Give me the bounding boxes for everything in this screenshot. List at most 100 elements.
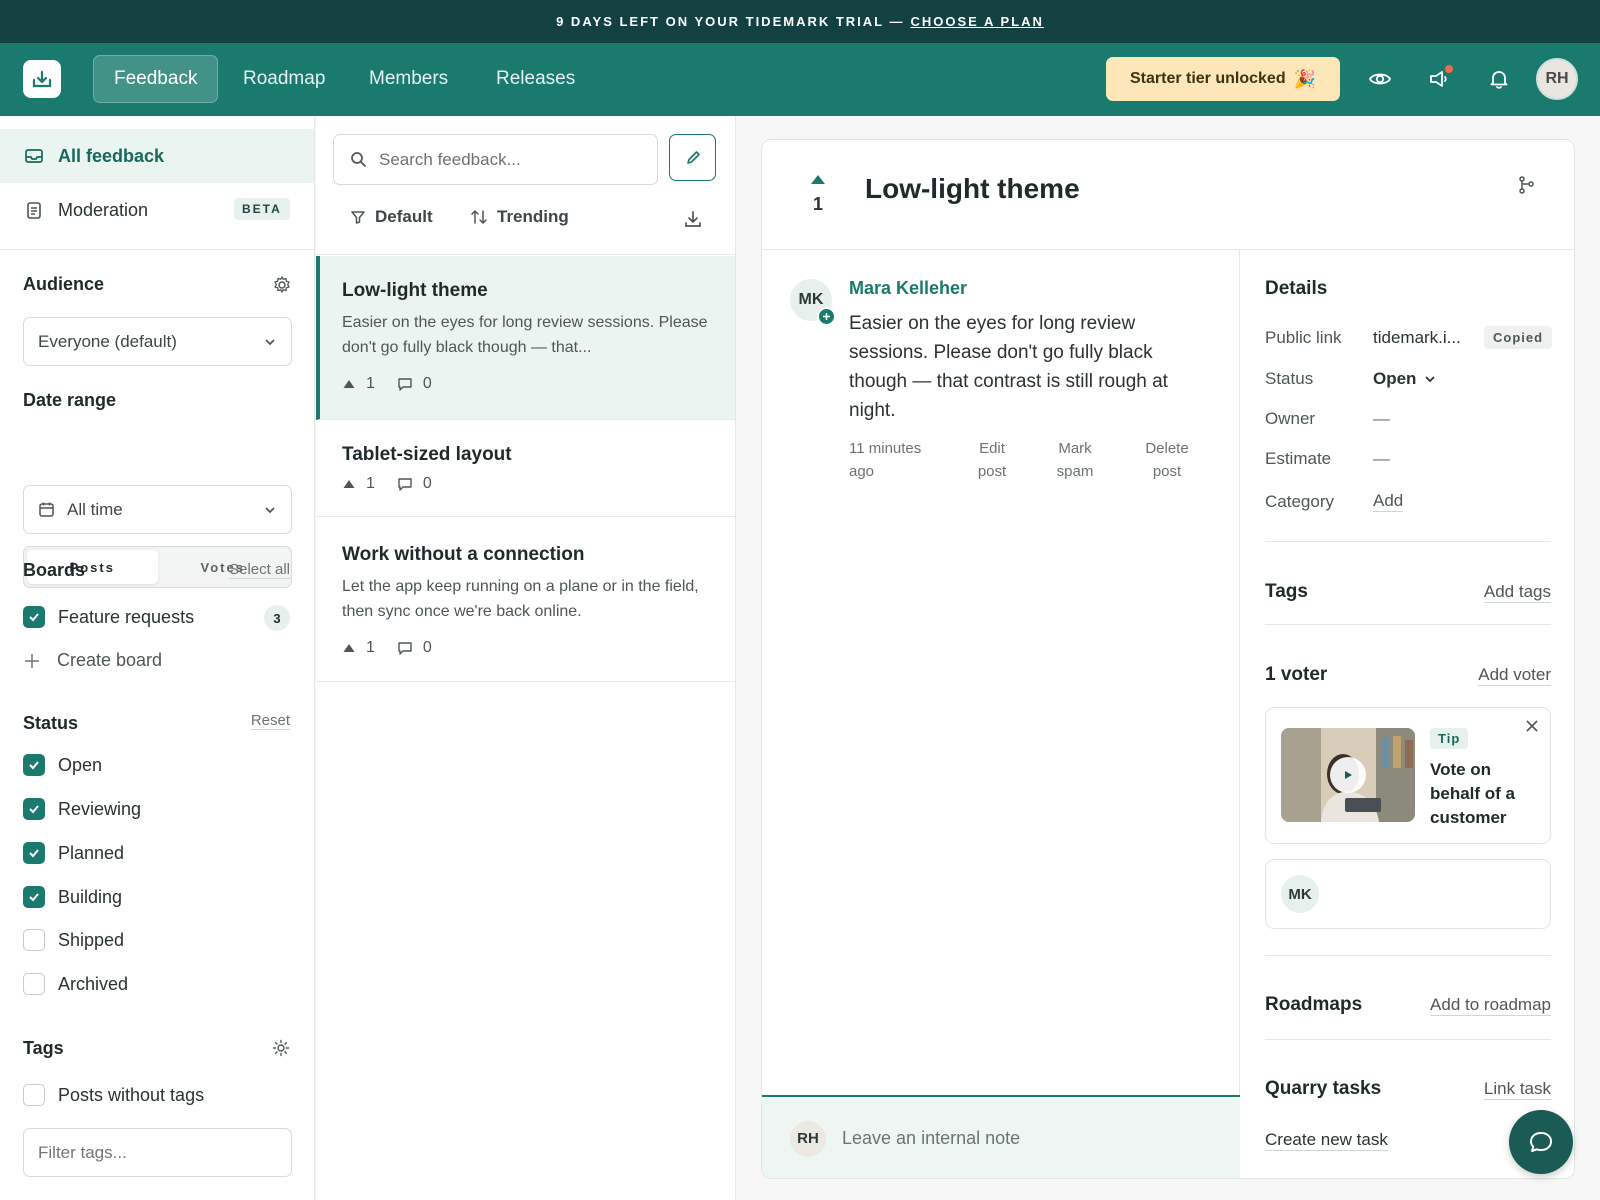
checkbox[interactable] bbox=[23, 842, 45, 864]
posts-without-tags[interactable]: Posts without tags bbox=[23, 1084, 204, 1106]
delete-post-link[interactable]: Delete post bbox=[1137, 437, 1197, 483]
author-name-link[interactable]: Mara Kelleher bbox=[849, 278, 967, 299]
tab-members[interactable]: Members bbox=[349, 55, 468, 103]
estimate-value[interactable]: — bbox=[1373, 449, 1390, 469]
divider bbox=[1265, 955, 1551, 956]
filter-tags-input[interactable] bbox=[23, 1128, 292, 1177]
bell-icon[interactable] bbox=[1485, 65, 1513, 93]
quarry-tasks-heading: Quarry tasks bbox=[1265, 1078, 1382, 1099]
comment-count: 0 bbox=[422, 375, 432, 392]
status-building[interactable]: Building bbox=[23, 886, 122, 908]
comment-bubble-icon bbox=[398, 642, 412, 655]
filter-default-button[interactable]: Default bbox=[350, 207, 433, 227]
choose-plan-link[interactable]: CHOOSE A PLAN bbox=[911, 14, 1044, 29]
tab-roadmap[interactable]: Roadmap bbox=[223, 55, 345, 103]
tab-releases[interactable]: Releases bbox=[476, 55, 595, 103]
top-nav: Feedback Roadmap Members Releases Starte… bbox=[0, 43, 1600, 116]
upvote-triangle-icon bbox=[343, 644, 355, 652]
checkbox[interactable] bbox=[23, 886, 45, 908]
tip-video-thumbnail[interactable] bbox=[1281, 728, 1415, 822]
create-board-button[interactable]: Create board bbox=[23, 650, 162, 671]
search-input[interactable] bbox=[379, 149, 639, 170]
search-icon bbox=[351, 152, 366, 167]
merge-branch-icon[interactable] bbox=[1516, 175, 1536, 195]
funnel-icon bbox=[351, 211, 365, 224]
divider bbox=[0, 249, 314, 250]
chat-launcher-button[interactable] bbox=[1509, 1110, 1573, 1174]
tip-card: Tip Vote on behalf of a customer bbox=[1265, 707, 1551, 844]
edit-post-link[interactable]: Edit post bbox=[967, 437, 1017, 483]
status-planned[interactable]: Planned bbox=[23, 842, 124, 864]
tab-feedback[interactable]: Feedback bbox=[93, 55, 219, 103]
inbox-icon bbox=[25, 149, 43, 163]
checkbox[interactable] bbox=[23, 606, 45, 628]
checkbox[interactable] bbox=[23, 754, 45, 776]
detail-vote-count: 1 bbox=[812, 194, 823, 214]
filter-tags-field[interactable] bbox=[38, 1142, 268, 1163]
public-link-label: Public link bbox=[1265, 328, 1342, 347]
feedback-post-item[interactable]: Work without a connection Let the app ke… bbox=[316, 518, 735, 682]
add-category-link[interactable]: Add bbox=[1373, 491, 1404, 512]
add-tags-link[interactable]: Add tags bbox=[1483, 582, 1551, 603]
feedback-post-item[interactable]: Low-light theme Easier on the eyes for l… bbox=[316, 256, 735, 420]
logo-icon bbox=[32, 70, 52, 88]
preview-eye-icon[interactable] bbox=[1366, 65, 1394, 93]
board-count-badge: 3 bbox=[264, 605, 290, 631]
search-box[interactable] bbox=[333, 134, 658, 185]
audience-settings-gear-icon[interactable] bbox=[272, 275, 292, 295]
voter-avatar[interactable]: MK bbox=[1281, 875, 1319, 913]
feedback-post-item[interactable]: Tablet-sized layout 1 0 bbox=[316, 421, 735, 517]
announcement-megaphone-icon[interactable] bbox=[1425, 65, 1453, 93]
new-post-button[interactable] bbox=[669, 134, 716, 181]
checkbox[interactable] bbox=[23, 929, 45, 951]
add-to-roadmap-link[interactable]: Add to roadmap bbox=[1430, 995, 1551, 1016]
create-new-task-link[interactable]: Create new task bbox=[1265, 1130, 1388, 1151]
close-icon[interactable] bbox=[1525, 719, 1539, 733]
audience-select[interactable]: Everyone (default) bbox=[23, 317, 292, 366]
add-voter-link[interactable]: Add voter bbox=[1478, 665, 1551, 686]
status-archived[interactable]: Archived bbox=[23, 973, 128, 995]
public-link-value[interactable]: tidemark.i... bbox=[1373, 328, 1461, 348]
app-logo[interactable] bbox=[23, 60, 61, 98]
post-meta: 1 0 bbox=[342, 475, 709, 493]
board-feature-requests[interactable]: Feature requests bbox=[23, 606, 194, 628]
upvote-button[interactable]: 1 bbox=[806, 174, 830, 215]
user-avatar[interactable]: RH bbox=[1536, 58, 1578, 100]
internal-note-input[interactable] bbox=[842, 1128, 1222, 1149]
owner-value[interactable]: — bbox=[1373, 409, 1390, 429]
download-icon[interactable] bbox=[683, 209, 703, 229]
upvote-triangle-icon bbox=[343, 480, 355, 488]
starter-tier-label: Starter tier unlocked bbox=[1129, 70, 1286, 87]
chevron-down-icon bbox=[265, 338, 275, 345]
tags-settings-icon[interactable] bbox=[272, 1039, 290, 1057]
sidebar-item-moderation[interactable]: Moderation BETA bbox=[0, 183, 314, 237]
sort-trending-button[interactable]: Trending bbox=[470, 207, 569, 227]
post-title: Tablet-sized layout bbox=[342, 444, 512, 465]
checkbox[interactable] bbox=[23, 798, 45, 820]
checkbox[interactable] bbox=[23, 1084, 45, 1106]
date-range-select[interactable]: All time bbox=[23, 485, 292, 534]
roadmaps-heading: Roadmaps bbox=[1265, 994, 1363, 1015]
tip-text: Vote on behalf of a customer bbox=[1430, 760, 1516, 827]
upvote-triangle-icon bbox=[343, 380, 355, 388]
mark-spam-link[interactable]: Mark spam bbox=[1050, 437, 1100, 483]
link-task-link[interactable]: Link task bbox=[1483, 1079, 1551, 1100]
status-dropdown[interactable]: Open bbox=[1373, 369, 1436, 389]
trial-banner: 9 DAYS LEFT ON YOUR TIDEMARK TRIAL — CHO… bbox=[0, 0, 1600, 43]
post-timestamp: 11 minutes ago bbox=[849, 440, 922, 480]
select-all-boards-link[interactable]: Select all bbox=[229, 561, 290, 579]
sidebar-item-all-feedback[interactable]: All feedback bbox=[0, 129, 314, 183]
date-range-heading: Date range bbox=[23, 390, 117, 410]
vote-count: 1 bbox=[366, 475, 375, 492]
create-board-label: Create board bbox=[57, 650, 163, 670]
reset-status-link[interactable]: Reset bbox=[250, 712, 290, 730]
post-detail-header: 1 Low-light theme bbox=[762, 140, 1574, 250]
status-shipped[interactable]: Shipped bbox=[23, 929, 124, 951]
starter-tier-button[interactable]: Starter tier unlocked 🎉 bbox=[1106, 57, 1340, 101]
status-label: Building bbox=[58, 886, 123, 907]
status-reviewing[interactable]: Reviewing bbox=[23, 798, 141, 820]
checkbox[interactable] bbox=[23, 973, 45, 995]
check-icon bbox=[29, 849, 39, 858]
status-open[interactable]: Open bbox=[23, 754, 102, 776]
play-icon[interactable] bbox=[1330, 757, 1366, 793]
